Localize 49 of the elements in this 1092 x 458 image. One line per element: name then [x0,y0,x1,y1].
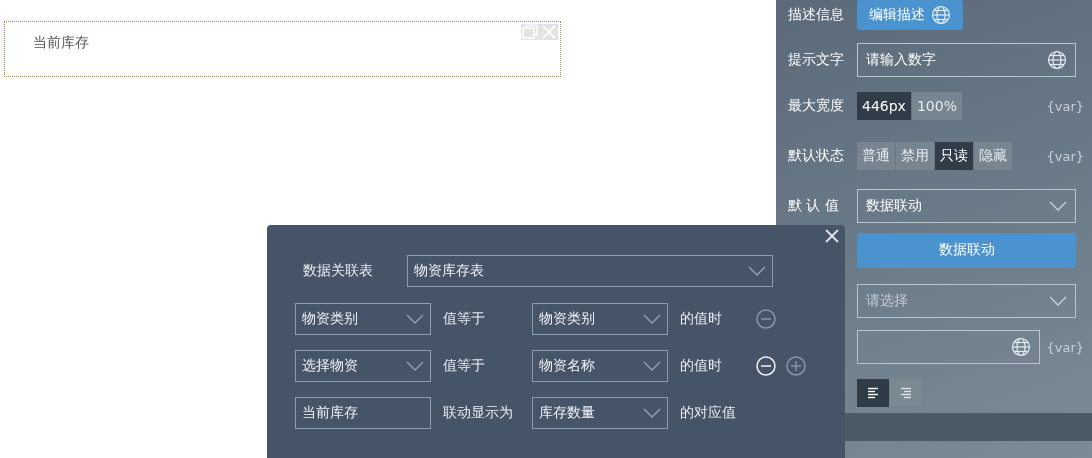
chevron-down-icon [406,314,424,324]
condition-label: 的值时 [679,310,723,328]
field-label: 当前库存 [33,34,89,50]
chevron-down-icon [748,266,766,276]
segment-option[interactable]: 隐藏 [974,142,1012,170]
condition-label: 的对应值 [679,404,737,422]
align-left-button[interactable] [857,379,889,407]
select-field[interactable]: 库存数量 [532,397,668,429]
segment-option[interactable]: 禁用 [896,142,934,170]
select-field[interactable]: 请选择 [857,284,1076,318]
condition-label: 的值时 [679,357,723,375]
edit-description-button[interactable]: 编辑描述 [857,0,963,30]
select-field[interactable]: 物资类别 [532,303,668,335]
data-link-button[interactable]: 数据联动 [857,232,1076,268]
select-field[interactable]: 数据联动 [857,189,1076,223]
property-label: 描述信息 [788,6,845,24]
segment-option[interactable]: 普通 [857,142,895,170]
align-left-icon [867,387,879,399]
text-field[interactable]: 当前库存 [295,397,431,429]
property-label: 最大宽度 [788,97,845,115]
property-label: 默认状态 [788,147,845,165]
globe-icon[interactable] [1011,337,1031,357]
chevron-down-icon [643,314,661,324]
select-field[interactable]: 选择物资 [295,350,431,382]
variable-tag[interactable]: {var} [1046,98,1084,114]
text-field[interactable] [857,330,1040,364]
chevron-down-icon [1049,201,1067,211]
select-field[interactable]: 物资名称 [532,350,668,382]
segment-option[interactable]: 100% [911,92,962,120]
select-field[interactable]: 物资类别 [295,303,431,335]
condition-label: 值等于 [442,310,486,328]
variable-tag[interactable]: {var} [1046,148,1084,164]
property-label: 提示文字 [788,51,845,69]
globe-icon[interactable] [931,5,951,25]
chevron-down-icon [643,361,661,371]
condition-label: 值等于 [442,357,486,375]
condition-label: 联动显示为 [442,404,514,422]
align-right-icon [900,387,912,399]
select-field[interactable]: 物资库存表 [407,255,773,287]
chevron-down-icon [1049,296,1067,306]
text-field[interactable]: 请输入数字 [857,43,1076,77]
segment-option[interactable]: 446px [857,92,911,120]
close-icon[interactable] [825,229,839,243]
property-label: 默 认 值 [788,197,840,215]
chevron-down-icon [643,408,661,418]
field-label: 数据关联表 [302,262,374,280]
globe-icon[interactable] [1047,50,1067,70]
chevron-down-icon [406,361,424,371]
segment-option[interactable]: 只读 [935,142,973,170]
